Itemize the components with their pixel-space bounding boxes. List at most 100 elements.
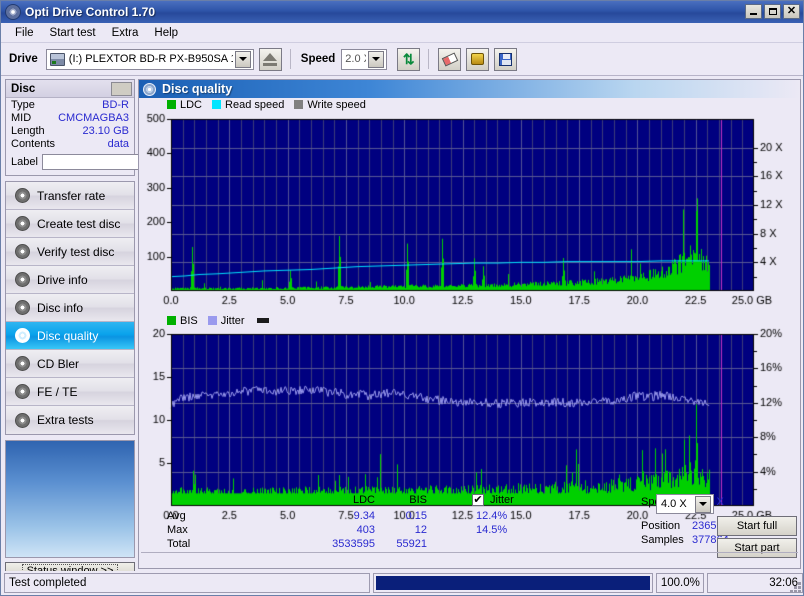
start-full-button[interactable]: Start full xyxy=(717,516,797,536)
start-full-button-label: Start full xyxy=(736,520,778,532)
legend-swatch-jitter xyxy=(207,316,217,325)
sidebar-item-cd-bler[interactable]: CD Bler xyxy=(6,350,134,378)
ldc-chart xyxy=(139,111,800,313)
chevron-down-icon[interactable] xyxy=(368,50,385,68)
start-part-button[interactable]: Start part xyxy=(717,538,797,558)
legend-swatch-bis xyxy=(167,316,176,325)
maximize-button[interactable] xyxy=(764,4,781,19)
ldc-chart-canvas xyxy=(139,111,800,313)
progress-bar xyxy=(373,573,653,593)
chevron-down-icon[interactable] xyxy=(234,50,251,68)
erase-button[interactable] xyxy=(438,47,462,71)
sidebar-item-transfer-rate[interactable]: Transfer rate xyxy=(6,182,134,210)
menu-bar: File Start test Extra Help xyxy=(1,23,803,43)
toolbar-divider-2 xyxy=(428,49,430,69)
stats-header-bis: BIS xyxy=(409,494,427,506)
status-bar: Test completed 100.0% 32:06 xyxy=(1,571,803,595)
page-title: Disc quality xyxy=(162,82,233,96)
disc-info-panel: Disc Type BD-R MID CMCMAGBA3 Length 23.1… xyxy=(5,79,243,176)
disc-length-value: 23.10 GB xyxy=(82,125,129,137)
disc-quality-panel: Disc quality LDC Read speed Write speed … xyxy=(138,79,801,569)
speed-label: Speed xyxy=(300,53,336,65)
stats-header-jitter: Jitter xyxy=(490,494,514,506)
sidebar-item-disc-quality[interactable]: Disc quality xyxy=(6,322,134,350)
disc-icon xyxy=(15,384,30,399)
disc-label-row: Label xyxy=(6,150,243,175)
sidebar-item-verify-test-disc[interactable]: Verify test disc xyxy=(6,238,134,266)
check-icon: ✔ xyxy=(473,493,483,506)
stats-row-avg-jitter: 12.4% xyxy=(476,510,508,522)
disc-icon xyxy=(15,188,30,203)
sidebar: Disc Type BD-R MID CMCMAGBA3 Length 23.1… xyxy=(5,79,243,579)
disc-quality-icon xyxy=(143,82,156,96)
coins-icon xyxy=(471,53,485,65)
disc-icon xyxy=(15,216,30,231)
sidebar-item-create-test-disc[interactable]: Create test disc xyxy=(6,210,134,238)
stats-header-ldc: LDC xyxy=(352,494,375,506)
disc-row-contents: Contents data xyxy=(6,137,134,150)
sidebar-item-label: Verify test disc xyxy=(37,244,115,259)
save-button[interactable] xyxy=(494,47,518,71)
resize-grip[interactable] xyxy=(787,579,801,593)
stats-row-max-bis: 12 xyxy=(414,524,427,536)
menu-extra[interactable]: Extra xyxy=(104,25,147,41)
disc-mid-label: MID xyxy=(11,112,32,124)
status-preview-panel xyxy=(5,440,135,558)
jitter-checkbox[interactable]: ✔ xyxy=(472,494,484,506)
sidebar-item-label: Extra tests xyxy=(37,413,94,427)
app-logo-icon xyxy=(5,4,21,20)
stats-row-avg-ldc: 9.34 xyxy=(353,510,375,522)
sidebar-item-disc-info[interactable]: Disc info xyxy=(6,294,134,322)
drive-toolbar: Drive (I:) PLEXTOR BD-R PX-B950SA 1.04 S… xyxy=(1,43,803,76)
minimize-button[interactable] xyxy=(745,4,762,19)
disc-row-mid: MID CMCMAGBA3 xyxy=(6,111,134,124)
sidebar-item-label: Disc quality xyxy=(37,328,99,343)
stats-row-total-bis: 55921 xyxy=(396,538,427,550)
menu-file[interactable]: File xyxy=(7,25,42,41)
panel-header: Disc quality xyxy=(139,80,800,98)
speed-select[interactable]: 2.0 X xyxy=(341,48,388,70)
disc-icon xyxy=(15,356,30,371)
stats-samples-label: Samples xyxy=(641,534,684,546)
bitsetting-button[interactable] xyxy=(466,47,490,71)
sidebar-item-drive-info[interactable]: Drive info xyxy=(6,266,134,294)
sidebar-item-fe-te[interactable]: FE / TE xyxy=(6,378,134,406)
test-speed-select[interactable]: 4.0 X xyxy=(656,494,714,514)
stats-row-total-ldc: 3533595 xyxy=(332,538,375,550)
disc-contents-value: data xyxy=(107,138,129,150)
title-bar: Opti Drive Control 1.70 ✕ xyxy=(1,1,803,23)
refresh-button[interactable]: ⇅ xyxy=(397,47,421,71)
close-button[interactable]: ✕ xyxy=(783,4,800,19)
application-window: Opti Drive Control 1.70 ✕ File Start tes… xyxy=(0,0,804,596)
statistics-area: LDC BIS ✔ Jitter Avg 9.34 0.15 12.4% Max… xyxy=(139,490,800,558)
legend-label-bis: BIS xyxy=(180,314,198,327)
sidebar-item-label: CD Bler xyxy=(37,356,80,371)
sidebar-item-label: Disc info xyxy=(37,300,84,315)
stats-position-label: Position xyxy=(641,520,681,532)
toolbar-divider-1 xyxy=(289,49,291,69)
disc-mid-value: CMCMAGBA3 xyxy=(58,112,129,124)
legend-label-jitter: Jitter xyxy=(220,314,245,327)
disc-panel-indicator xyxy=(111,81,132,96)
chevron-down-icon[interactable] xyxy=(695,495,711,513)
legend-label-write-speed: Write speed xyxy=(307,98,366,111)
sidebar-item-extra-tests[interactable]: Extra tests xyxy=(6,406,134,434)
sidebar-item-label: Create test disc xyxy=(37,216,121,231)
stats-row-avg-bis: 0.15 xyxy=(405,510,427,522)
disc-icon xyxy=(15,272,30,287)
menu-help[interactable]: Help xyxy=(146,25,186,41)
stats-row-total-label: Total xyxy=(167,538,191,550)
progress-bar-fill xyxy=(376,576,650,590)
disc-contents-label: Contents xyxy=(11,138,56,150)
chart-legend-top: LDC Read speed Write speed xyxy=(139,98,800,111)
sidebar-item-label: Transfer rate xyxy=(37,188,106,203)
disc-row-length: Length 23.10 GB xyxy=(6,124,134,137)
eject-button[interactable] xyxy=(258,47,282,71)
status-message: Test completed xyxy=(4,573,371,593)
navigation-list: Transfer rate Create test disc Verify te… xyxy=(5,181,135,435)
menu-start-test[interactable]: Start test xyxy=(42,25,104,41)
sidebar-item-label: Drive info xyxy=(37,272,88,287)
eraser-icon xyxy=(441,51,459,67)
drive-select[interactable]: (I:) PLEXTOR BD-R PX-B950SA 1.04 xyxy=(45,48,254,70)
disc-panel-title: Disc xyxy=(11,82,36,95)
